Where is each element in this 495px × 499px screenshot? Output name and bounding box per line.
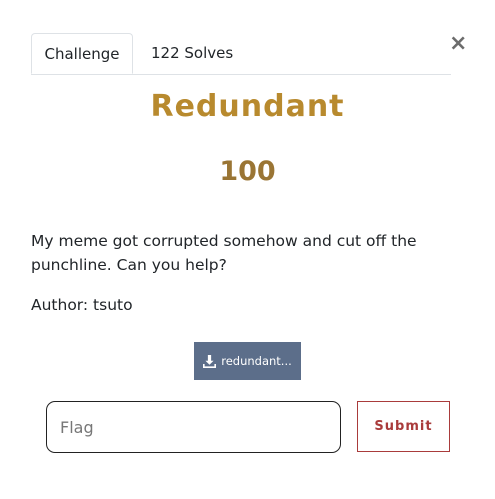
challenge-points: 100	[219, 156, 276, 187]
tab-challenge[interactable]: Challenge	[31, 33, 133, 74]
tab-solves[interactable]: 122 Solves	[151, 33, 251, 73]
flag-input[interactable]	[46, 401, 341, 453]
close-icon[interactable]: ×	[449, 33, 467, 55]
challenge-title: Redundant	[150, 89, 345, 124]
file-download-label: redundant...	[221, 354, 292, 368]
challenge-description: My meme got corrupted somehow and cut of…	[31, 232, 417, 274]
download-icon	[203, 354, 217, 368]
file-download-button[interactable]: redundant...	[194, 342, 301, 380]
challenge-author: Author: tsuto	[31, 296, 133, 314]
submit-button[interactable]: Submit	[357, 401, 450, 452]
challenge-modal: Challenge 122 Solves × Redundant 100 My …	[0, 0, 495, 499]
tab-bar: Challenge 122 Solves	[31, 33, 451, 75]
